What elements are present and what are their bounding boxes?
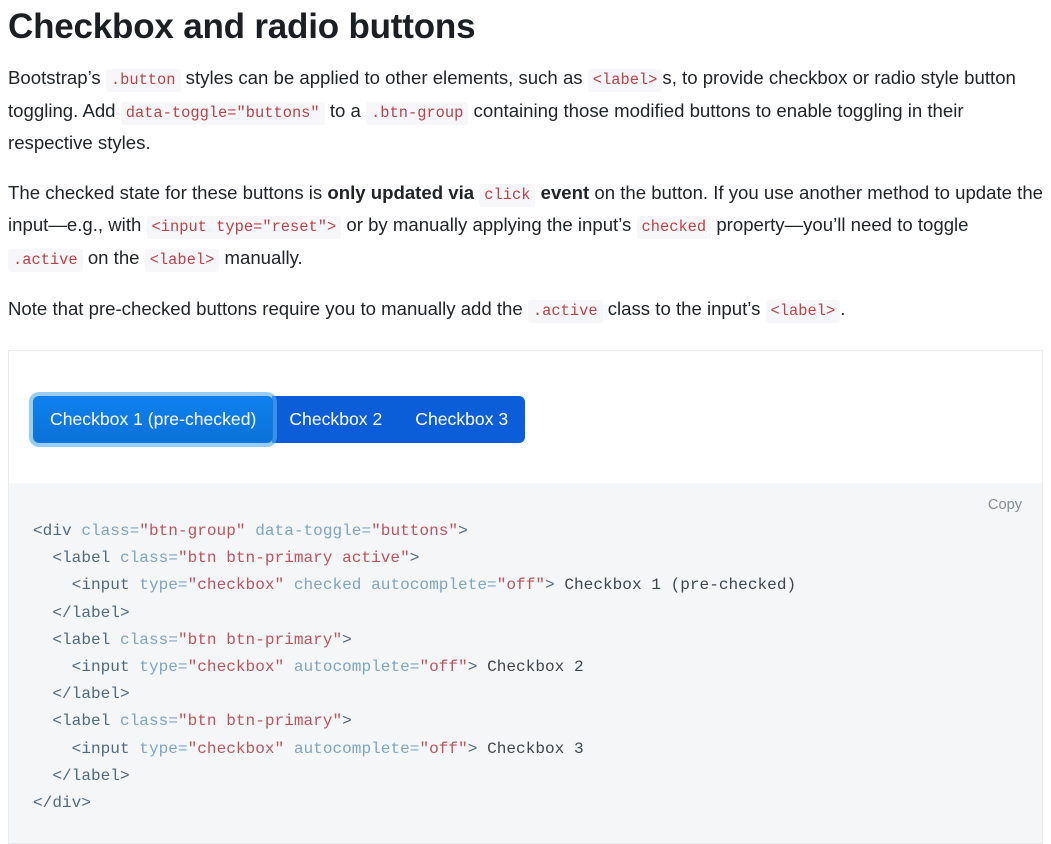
paragraph-note-prechecked: Note that pre-checked buttons require yo… <box>8 275 1043 327</box>
inline-code-click: click <box>479 184 535 207</box>
inline-code-active-class: .active <box>8 249 83 272</box>
text-segment: styles can be applied to other elements,… <box>181 67 588 88</box>
text-segment: . <box>840 298 845 319</box>
example-and-code-wrapper: Checkbox 1 (pre-checked) Checkbox 2 Checkb… <box>8 350 1043 844</box>
toggle-button-label: Checkbox 3 <box>415 409 508 429</box>
toggle-button-2[interactable]: Checkbox 2 <box>272 396 399 443</box>
text-segment: or by manually applying the input’s <box>341 214 636 235</box>
text-segment: manually. <box>219 247 302 268</box>
checkbox-button-group[interactable]: Checkbox 1 (pre-checked) Checkbox 2 Checkb… <box>33 396 525 443</box>
documentation-page: Checkbox and radio buttons Bootstrap’s .… <box>0 0 1051 844</box>
code-block: Copy <div class="btn-group" data-toggle=… <box>8 483 1043 844</box>
page-title: Checkbox and radio buttons <box>8 0 1043 48</box>
inline-code-label-tag: <label> <box>588 69 663 92</box>
inline-code-data-toggle: data-toggle="buttons" <box>121 102 325 125</box>
inline-code-button-class: .button <box>106 69 181 92</box>
text-segment: to a <box>325 100 366 121</box>
inline-code-label-tag-3: <label> <box>766 300 841 323</box>
inline-code-checked: checked <box>637 216 712 239</box>
toggle-button-label: Checkbox 2 <box>289 409 382 429</box>
text-segment: Note that pre-checked buttons require yo… <box>8 298 528 319</box>
text-segment: property—you’ll need to toggle <box>711 214 968 235</box>
text-segment: The checked state for these buttons is <box>8 182 327 203</box>
inline-code-input-reset: <input type="reset"> <box>147 216 342 239</box>
emphasis-only-updated-via: only updated via <box>327 182 479 203</box>
code-snippet: <div class="btn-group" data-toggle="butt… <box>33 518 1018 817</box>
paragraph-intro: Bootstrap’s .button styles can be applie… <box>8 48 1043 159</box>
paragraph-checked-state: The checked state for these buttons is o… <box>8 159 1043 276</box>
emphasis-event: event <box>535 182 589 203</box>
live-example-area: Checkbox 1 (pre-checked) Checkbox 2 Checkb… <box>8 350 1043 483</box>
text-segment: on the <box>83 247 145 268</box>
copy-code-button[interactable]: Copy <box>980 492 1030 519</box>
inline-code-btn-group: .btn-group <box>366 102 468 125</box>
text-segment: Bootstrap’s <box>8 67 106 88</box>
toggle-button-1[interactable]: Checkbox 1 (pre-checked) <box>33 396 273 443</box>
text-segment: class to the input’s <box>603 298 766 319</box>
toggle-button-3[interactable]: Checkbox 3 <box>398 396 525 443</box>
toggle-button-label: Checkbox 1 (pre-checked) <box>50 409 256 429</box>
inline-code-label-tag-2: <label> <box>145 249 220 272</box>
inline-code-active-class-2: .active <box>528 300 603 323</box>
